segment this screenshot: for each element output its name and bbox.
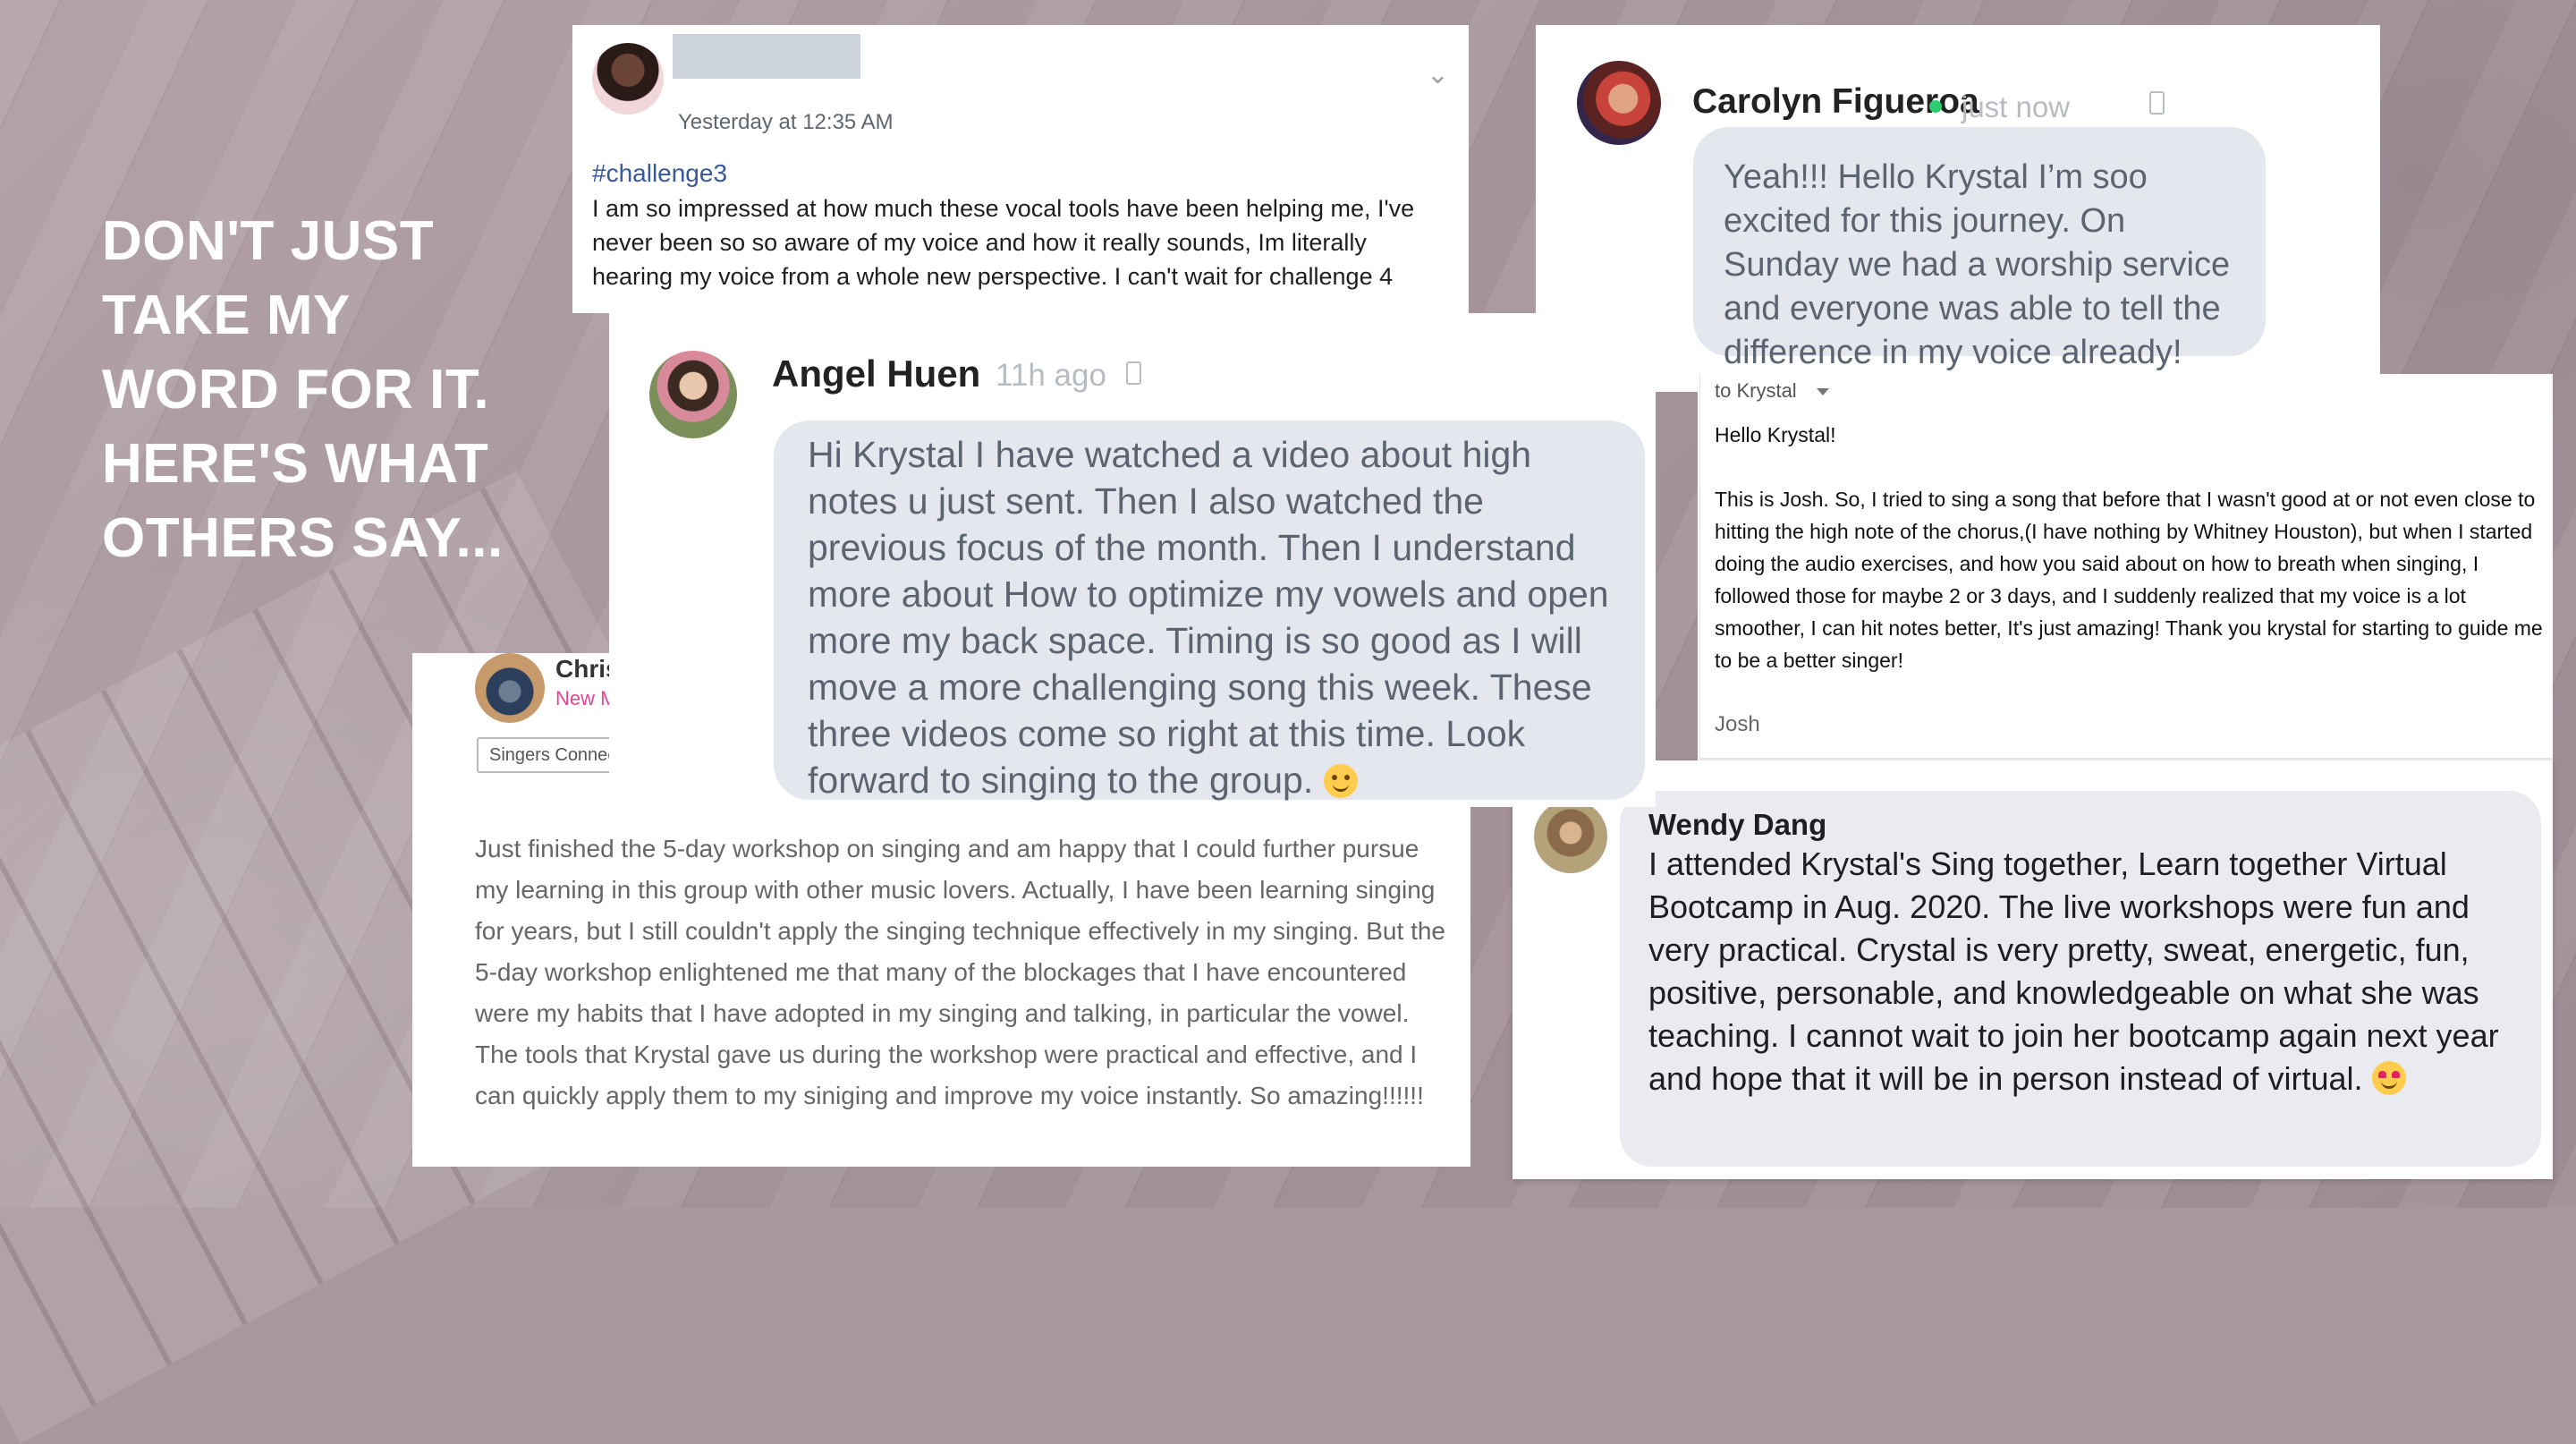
online-status-icon: [1929, 100, 1942, 113]
divider: [1700, 758, 2552, 760]
avatar[interactable]: [1577, 61, 1661, 145]
new-member-badge: New M: [555, 687, 617, 709]
redacted-name: [673, 34, 860, 79]
sender-name[interactable]: Angel Huen: [772, 353, 980, 395]
email-signature: Josh: [1715, 712, 1760, 736]
page-headline: DON'T JUST TAKE MY WORD FOR IT. HERE'S W…: [102, 210, 504, 569]
avatar[interactable]: [475, 653, 545, 723]
avatar[interactable]: [592, 43, 664, 115]
comment-text: I attended Krystal's Sing together, Lear…: [1648, 845, 2499, 1097]
email-greeting: Hello Krystal!: [1715, 423, 1836, 446]
email-text: This is Josh. So, I tried to sing a song…: [1715, 488, 2543, 672]
group-tag[interactable]: Singers Connec: [477, 737, 630, 773]
mobile-device-icon: [2149, 91, 2165, 115]
hashtag-link[interactable]: #challenge3: [592, 159, 727, 188]
smiling-face-icon: [1323, 764, 1358, 798]
testimonial-card-carolyn: Carolyn Figueroa just now Yeah!!! Hello …: [1536, 25, 2380, 392]
heart-eyes-icon: [2371, 1061, 2406, 1095]
message-bubble: Yeah!!! Hello Krystal I’m soo excited fo…: [1693, 127, 2266, 371]
testimonial-card-angel: Angel Huen 11h ago Hi Krystal I have wat…: [609, 313, 1656, 807]
avatar[interactable]: [649, 351, 737, 438]
post-timestamp[interactable]: Yesterday at 12:35 AM: [678, 110, 894, 135]
message-time: 11h ago: [996, 358, 1106, 393]
commenter-name[interactable]: Wendy Dang: [1648, 807, 2512, 843]
avatar[interactable]: [1534, 800, 1607, 873]
message-bubble: Hi Krystal I have watched a video about …: [774, 420, 1645, 801]
testimonial-card-email: to Krystal Hello Krystal! This is Josh. …: [1698, 374, 2553, 760]
chevron-down-icon[interactable]: ⌄: [1427, 59, 1449, 90]
testimonial-card-post: Yesterday at 12:35 AM ⌄ #challenge3 I am…: [572, 25, 1469, 313]
testimonial-card-wendy: Wendy Dang I attended Krystal's Sing tog…: [1513, 760, 2553, 1179]
email-body: to Krystal Hello Krystal! This is Josh. …: [1699, 374, 2552, 760]
caret-down-icon[interactable]: [1817, 388, 1829, 395]
post-text: Just finished the 5-day workshop on sing…: [475, 835, 1445, 1109]
mobile-device-icon: [1126, 361, 1141, 385]
message-bubble: Wendy Dang I attended Krystal's Sing tog…: [1620, 791, 2541, 1167]
recipient-dropdown[interactable]: to Krystal: [1715, 379, 1797, 403]
message-time: just now: [1962, 90, 2071, 123]
post-text: I am so impressed at how much these voca…: [592, 195, 1415, 290]
